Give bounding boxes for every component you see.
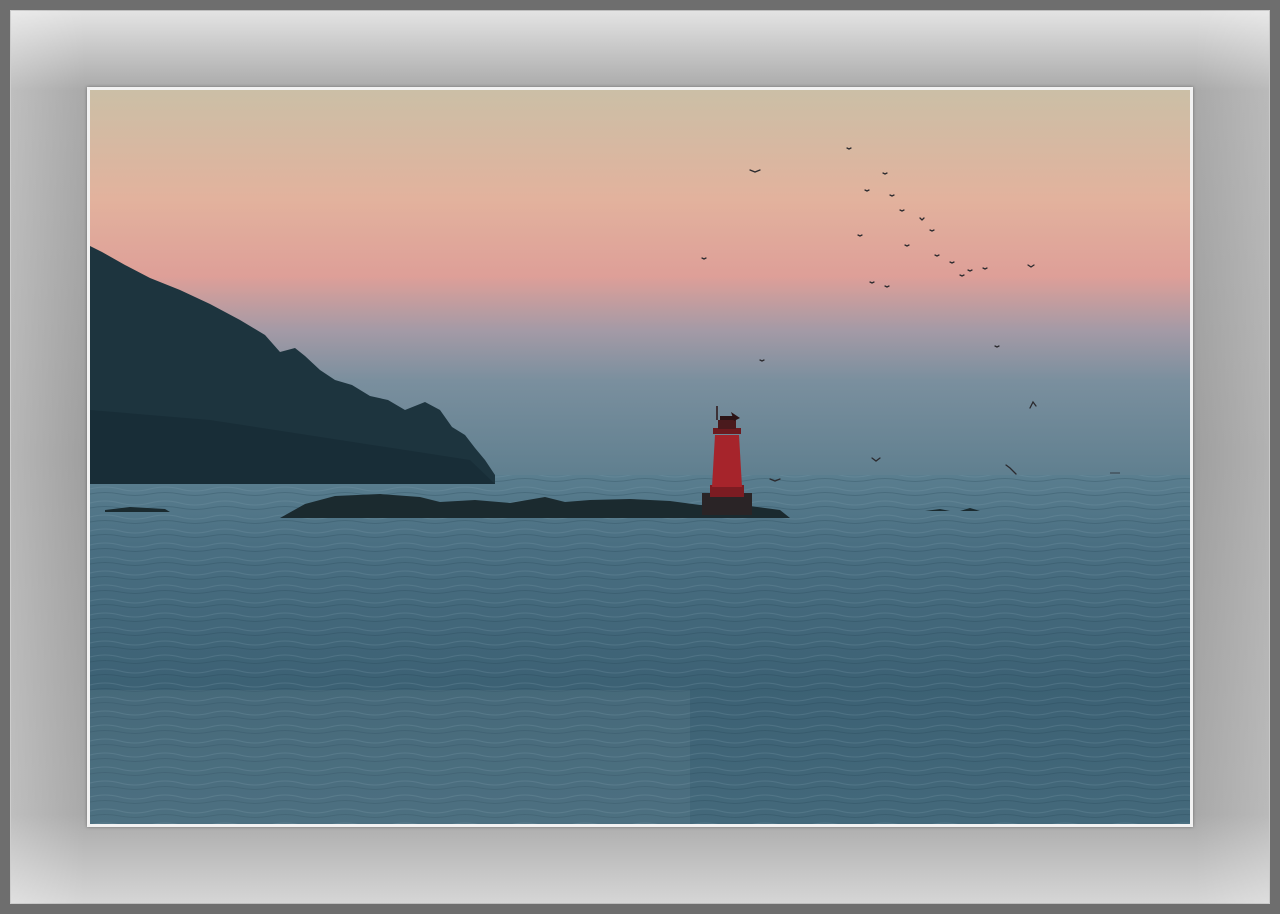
seascape-photo bbox=[90, 90, 1190, 824]
outer-frame bbox=[0, 0, 1280, 914]
distant-ship bbox=[1110, 472, 1120, 474]
sea-glare bbox=[90, 690, 690, 824]
seascape-scene bbox=[90, 90, 1190, 824]
